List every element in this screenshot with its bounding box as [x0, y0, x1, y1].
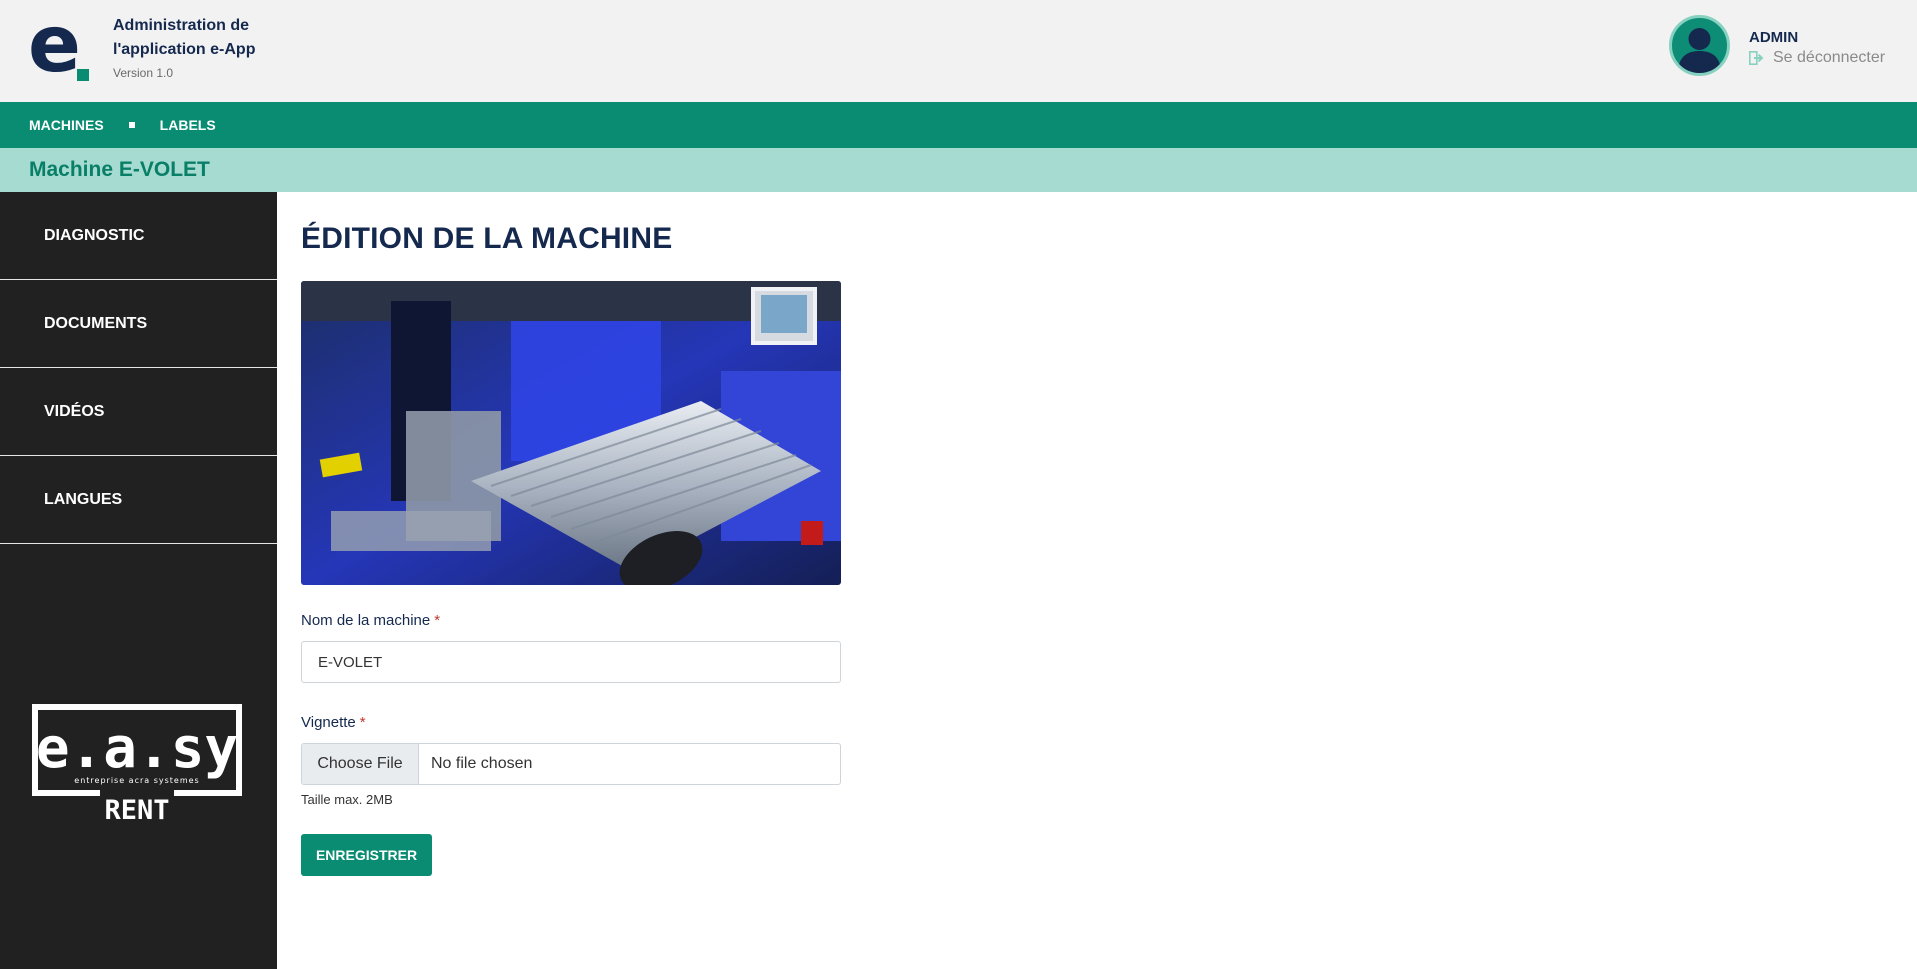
- user-avatar[interactable]: [1669, 15, 1730, 76]
- machine-name-input[interactable]: [301, 641, 841, 683]
- brand-name: e.a.sy: [36, 716, 238, 781]
- logout-icon: [1749, 51, 1764, 65]
- machine-thumbnail-image: [301, 281, 841, 585]
- app-title: Administration de l'application e-App: [113, 17, 256, 58]
- main-nav: MACHINES LABELS: [0, 102, 1917, 148]
- app-version: Version 1.0: [113, 66, 174, 80]
- nav-item-machines[interactable]: MACHINES: [29, 117, 104, 133]
- sidebar-item-label: VIDÉOS: [44, 402, 105, 420]
- file-size-hint: Taille max. 2MB: [301, 792, 393, 807]
- machine-context-title: Machine E-VOLET: [29, 158, 210, 181]
- nav-separator: [128, 122, 135, 128]
- sidebar: DIAGNOSTIC DOCUMENTS VIDÉOS LANGUES e.a.…: [0, 192, 277, 969]
- sidebar-item-label: LANGUES: [44, 490, 123, 508]
- required-marker: *: [359, 714, 366, 731]
- logo-e-glyph: e: [28, 0, 81, 90]
- easy-rent-logo: e.a.sy entreprise acra systemes RENT: [32, 704, 242, 824]
- save-button[interactable]: ENREGISTRER: [301, 834, 432, 876]
- thumbnail-label: Vignette *: [301, 714, 366, 731]
- sidebar-item-langues[interactable]: LANGUES: [0, 456, 277, 544]
- nav-item-labels[interactable]: LABELS: [160, 117, 216, 133]
- app-logo[interactable]: e: [28, 6, 92, 84]
- file-status-text: No file chosen: [431, 755, 533, 772]
- page-title: ÉDITION DE LA MACHINE: [301, 222, 673, 255]
- sidebar-item-label: DOCUMENTS: [44, 314, 148, 332]
- brand-suffix: RENT: [104, 795, 169, 824]
- logout-link[interactable]: Se déconnecter: [1749, 49, 1885, 67]
- machine-name-label: Nom de la machine *: [301, 612, 441, 629]
- sidebar-item-diagnostic[interactable]: DIAGNOSTIC: [0, 192, 277, 280]
- logo-dot: [77, 69, 89, 81]
- thumbnail-file-input[interactable]: Choose File No file chosen: [301, 743, 841, 785]
- user-silhouette-icon: [1678, 28, 1721, 73]
- sidebar-item-videos[interactable]: VIDÉOS: [0, 368, 277, 456]
- required-marker: *: [434, 612, 441, 629]
- choose-file-button[interactable]: Choose File: [302, 744, 419, 784]
- user-name: ADMIN: [1749, 29, 1799, 46]
- app-header: e Administration de l'application e-App …: [0, 0, 1917, 102]
- sidebar-item-label: DIAGNOSTIC: [44, 226, 145, 244]
- brand-tagline: entreprise acra systemes: [74, 776, 199, 785]
- logout-label[interactable]: Se déconnecter: [1773, 49, 1885, 67]
- context-bar: Machine E-VOLET: [0, 148, 1917, 192]
- sidebar-item-documents[interactable]: DOCUMENTS: [0, 280, 277, 368]
